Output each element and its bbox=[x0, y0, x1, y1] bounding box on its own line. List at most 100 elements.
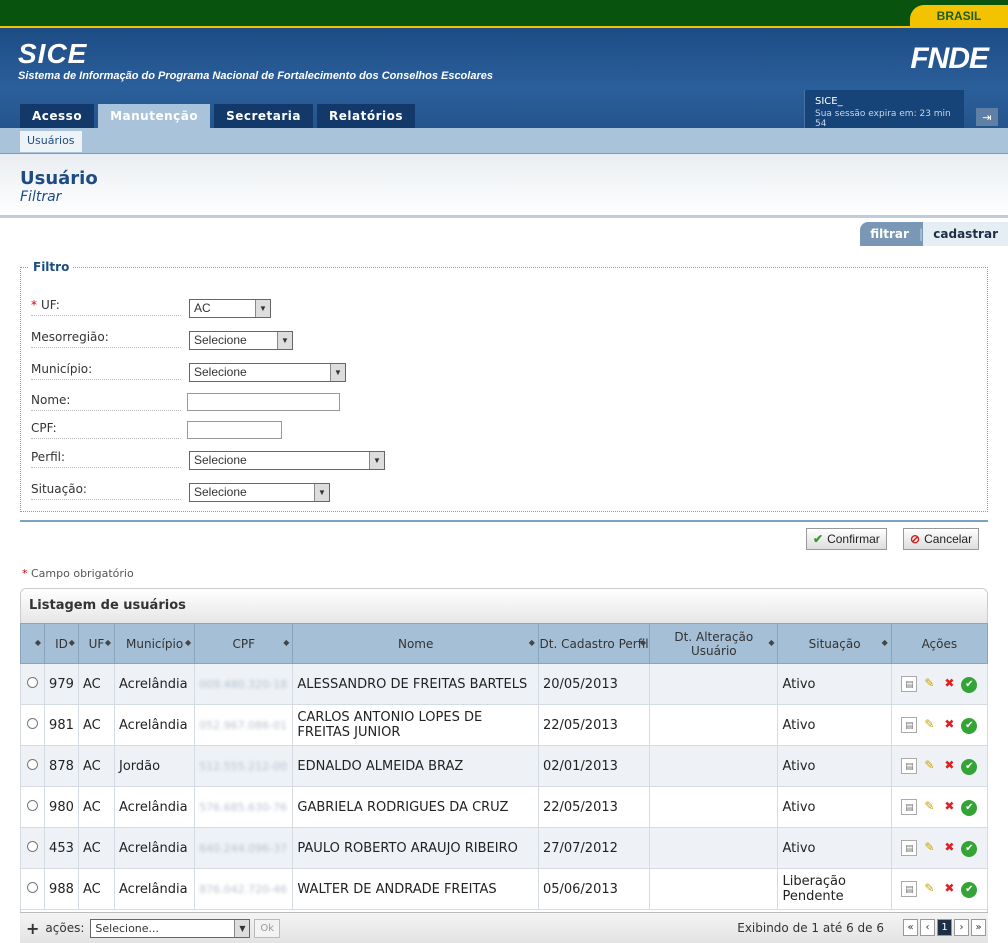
cell-cpf: 876.042.720-46 bbox=[194, 868, 294, 910]
col-nome[interactable]: Nome ◆ bbox=[292, 623, 539, 664]
required-note: * Campo obrigatório bbox=[22, 567, 134, 580]
col-municipio[interactable]: Município ◆ bbox=[114, 623, 196, 664]
col-dt-alteracao[interactable]: Dt. Alteração Usuário ◆ bbox=[649, 623, 779, 664]
approve-icon[interactable]: ✔ bbox=[961, 759, 978, 775]
filter-legend: Filtro bbox=[33, 260, 70, 274]
cell-cpf: 576.685.630-76 bbox=[194, 786, 294, 828]
radio-button[interactable] bbox=[27, 799, 39, 811]
table-header: ◆ ID ◆ UF ◆ Município ◆ CPF ◆ Nome ◆ Dt. Cada… bbox=[19, 623, 989, 664]
view-icon[interactable]: ▤ bbox=[901, 840, 918, 856]
radio-button[interactable] bbox=[27, 676, 39, 688]
cancel-button[interactable]: ⊘ Cancelar bbox=[903, 528, 980, 550]
delete-icon[interactable]: ✖ bbox=[941, 757, 957, 773]
filter-link[interactable]: filtrar bbox=[860, 227, 919, 241]
row-radio[interactable] bbox=[19, 868, 46, 910]
chevron-down-icon: ▼ bbox=[255, 300, 270, 317]
delete-icon[interactable]: ✖ bbox=[941, 880, 957, 896]
edit-icon[interactable]: ✎ bbox=[921, 675, 937, 691]
cpf-value: 009.480.320-18 bbox=[199, 677, 288, 691]
delete-icon[interactable]: ✖ bbox=[941, 675, 957, 691]
row-radio[interactable] bbox=[19, 745, 46, 787]
perfil-select[interactable]: Selecione ▼ bbox=[189, 451, 385, 470]
situacao-label: Situação: bbox=[31, 482, 181, 500]
delete-icon[interactable]: ✖ bbox=[941, 798, 957, 814]
subnav-usuarios[interactable]: Usuários bbox=[20, 131, 82, 152]
users-table: ◆ ID ◆ UF ◆ Município ◆ CPF ◆ Nome ◆ Dt. Cada… bbox=[19, 623, 989, 910]
approve-icon[interactable]: ✔ bbox=[961, 882, 978, 898]
edit-icon[interactable]: ✎ bbox=[921, 716, 937, 732]
col-select[interactable]: ◆ bbox=[19, 623, 46, 664]
cell-id: 981 bbox=[44, 704, 79, 746]
cpf-label: CPF: bbox=[31, 421, 181, 439]
ok-button[interactable]: Ok bbox=[254, 918, 281, 938]
edit-icon[interactable]: ✎ bbox=[921, 798, 937, 814]
row-situacao: Situação: bbox=[31, 480, 181, 502]
cell-acoes: ▤ ✎ ✖ ✔ bbox=[890, 868, 989, 910]
view-icon[interactable]: ▤ bbox=[901, 717, 918, 733]
next-page-icon[interactable]: › bbox=[954, 919, 969, 936]
tab-relatorios[interactable]: Relatórios bbox=[317, 104, 415, 128]
radio-button[interactable] bbox=[27, 881, 39, 893]
cell-dt-cadastro: 22/05/2013 bbox=[537, 704, 651, 746]
plus-icon[interactable]: + bbox=[26, 919, 39, 938]
tab-acesso[interactable]: Acesso bbox=[20, 104, 95, 128]
edit-icon[interactable]: ✎ bbox=[921, 880, 937, 896]
row-radio[interactable] bbox=[19, 786, 46, 828]
approve-icon[interactable]: ✔ bbox=[961, 800, 978, 816]
col-id[interactable]: ID ◆ bbox=[44, 623, 79, 664]
last-page-icon[interactable]: » bbox=[971, 919, 986, 936]
approve-icon[interactable]: ✔ bbox=[961, 841, 978, 857]
first-page-icon[interactable]: « bbox=[903, 919, 918, 936]
create-link[interactable]: cadastrar bbox=[923, 222, 1008, 246]
bulk-actions-select[interactable]: Selecione... ▼ bbox=[90, 918, 251, 938]
chevron-down-icon: ▼ bbox=[330, 364, 345, 381]
cell-uf: AC bbox=[77, 663, 116, 705]
cell-municipio: Acrelândia bbox=[114, 827, 196, 869]
cpf-input[interactable] bbox=[187, 421, 282, 439]
tab-manutencao[interactable]: Manutenção bbox=[98, 104, 211, 128]
edit-icon[interactable]: ✎ bbox=[921, 839, 937, 855]
fnde-logo[interactable]: FNDE bbox=[910, 42, 989, 76]
view-icon[interactable]: ▤ bbox=[901, 676, 918, 692]
col-cpf[interactable]: CPF ◆ bbox=[194, 623, 294, 664]
row-radio[interactable] bbox=[19, 663, 46, 705]
page-number[interactable]: 1 bbox=[937, 919, 952, 936]
row-radio[interactable] bbox=[19, 704, 46, 746]
logout-icon[interactable]: ⇥ bbox=[976, 108, 998, 126]
uf-select[interactable]: AC ▼ bbox=[189, 299, 271, 318]
required-icon: * bbox=[22, 567, 28, 580]
confirm-button[interactable]: ✔ Confirmar bbox=[806, 528, 887, 550]
col-situacao[interactable]: Situação ◆ bbox=[777, 623, 892, 664]
cell-municipio: Acrelândia bbox=[114, 704, 196, 746]
app-logo[interactable]: SICE bbox=[18, 38, 87, 70]
row-municipio: Município: bbox=[31, 360, 181, 382]
cell-nome: WALTER DE ANDRADE FREITAS bbox=[292, 868, 539, 910]
nome-input[interactable] bbox=[187, 393, 340, 411]
radio-button[interactable] bbox=[27, 758, 39, 770]
view-icon[interactable]: ▤ bbox=[901, 758, 918, 774]
prev-page-icon[interactable]: ‹ bbox=[920, 919, 935, 936]
col-uf[interactable]: UF ◆ bbox=[77, 623, 116, 664]
view-icon[interactable]: ▤ bbox=[901, 881, 918, 897]
col-dt-cadastro[interactable]: Dt. Cadastro Perfil ◆ bbox=[537, 623, 651, 664]
cell-dt-cadastro: 02/01/2013 bbox=[537, 745, 651, 787]
row-radio[interactable] bbox=[19, 827, 46, 869]
brasil-badge[interactable]: BRASIL bbox=[910, 5, 1008, 27]
radio-button[interactable] bbox=[27, 840, 39, 852]
gov-bar: BRASIL bbox=[0, 0, 1008, 28]
approve-icon[interactable]: ✔ bbox=[961, 677, 978, 693]
title-bar: Usuário Filtrar bbox=[0, 154, 1008, 218]
delete-icon[interactable]: ✖ bbox=[941, 716, 957, 732]
approve-icon[interactable]: ✔ bbox=[961, 718, 978, 734]
tab-secretaria[interactable]: Secretaria bbox=[214, 104, 313, 128]
radio-button[interactable] bbox=[27, 717, 39, 729]
situacao-select[interactable]: Selecione ▼ bbox=[189, 483, 330, 502]
table-row: 981 AC Acrelândia 052.967.086-01 CARLOS ANTO… bbox=[19, 704, 989, 746]
view-icon[interactable]: ▤ bbox=[901, 799, 918, 815]
edit-icon[interactable]: ✎ bbox=[921, 757, 937, 773]
meso-select[interactable]: Selecione ▼ bbox=[189, 331, 293, 350]
municipio-select[interactable]: Selecione ▼ bbox=[189, 363, 346, 382]
delete-icon[interactable]: ✖ bbox=[941, 839, 957, 855]
cell-nome: PAULO ROBERTO ARAUJO RIBEIRO bbox=[292, 827, 539, 869]
cell-dt-cadastro: 22/05/2013 bbox=[537, 786, 651, 828]
